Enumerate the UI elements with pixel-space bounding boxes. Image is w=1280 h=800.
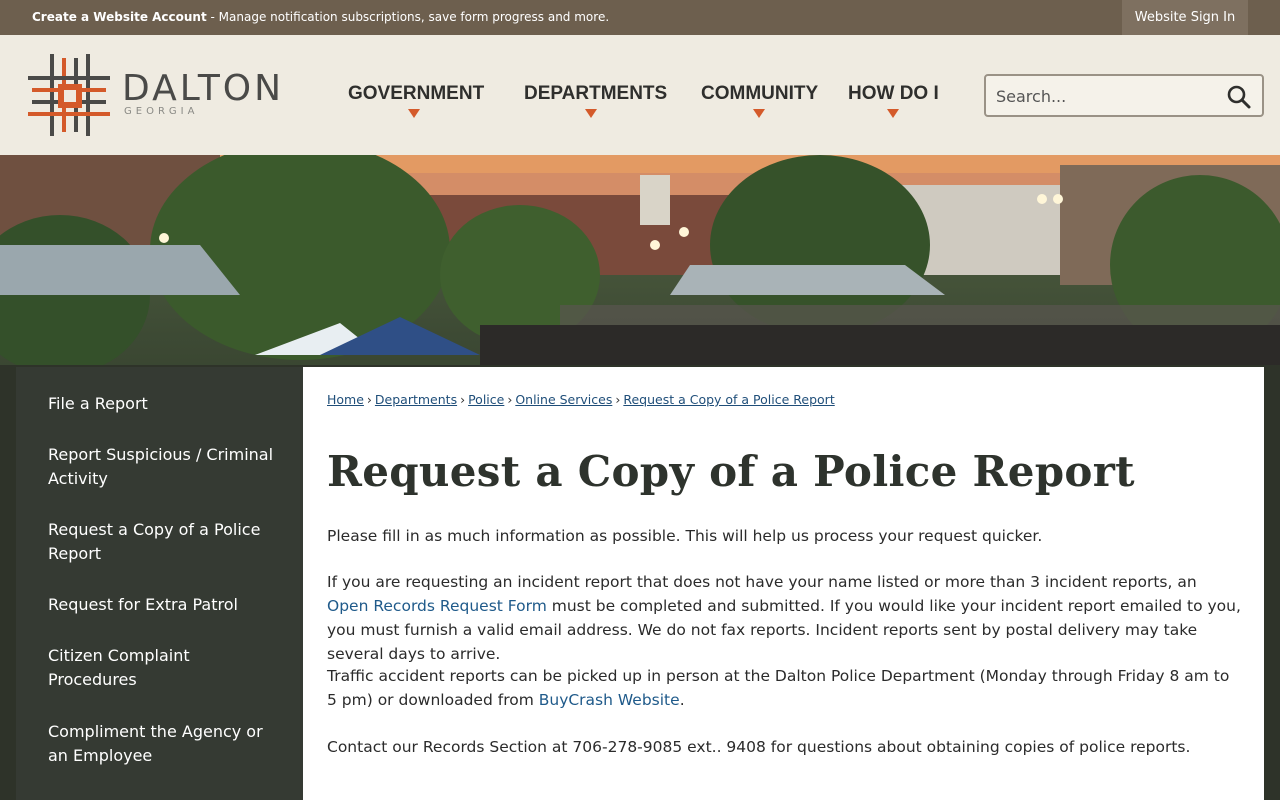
account-message: Create a Website Account - Manage notifi… (32, 10, 609, 24)
intro-paragraph: Please fill in as much information as po… (327, 527, 1043, 545)
top-utility-bar: Create a Website Account - Manage notifi… (0, 0, 1280, 35)
contact-paragraph: Contact our Records Section at 706-278-9… (327, 738, 1191, 756)
breadcrumb: Home › Departments › Police › Online Services ›… (327, 392, 835, 407)
breadcrumb-departments[interactable]: Departments (375, 392, 457, 407)
website-sign-in-button[interactable]: Website Sign In (1122, 0, 1248, 35)
section-sidebar: File a Report Report Suspicious / Crimin… (16, 367, 303, 800)
breadcrumb-current-page[interactable]: Request a Copy of a Police Report (623, 392, 834, 407)
create-account-link[interactable]: Create a Website Account (32, 10, 207, 24)
nav-departments[interactable]: DEPARTMENTS (524, 83, 667, 105)
logo-wordmark: DALTON (122, 68, 285, 109)
chevron-down-icon (408, 109, 420, 118)
account-description: - Manage notification subscriptions, sav… (206, 10, 610, 24)
chevron-down-icon (585, 109, 597, 118)
breadcrumb-home[interactable]: Home (327, 392, 364, 407)
nav-community[interactable]: COMMUNITY (701, 83, 818, 105)
sidebar-item-compliment-agency[interactable]: Compliment the Agency or an Employee (48, 720, 278, 768)
nav-how-do-i[interactable]: HOW DO I (848, 83, 939, 105)
search-input[interactable] (996, 84, 1216, 108)
chevron-down-icon (887, 109, 899, 118)
breadcrumb-separator: › (507, 392, 513, 407)
page-title: Request a Copy of a Police Report (327, 447, 1135, 496)
dalton-emblem-icon (28, 54, 110, 136)
open-records-request-link[interactable]: Open Records Request Form (327, 597, 547, 615)
site-header: DALTON GEORGIA GOVERNMENT DEPARTMENTS CO… (0, 35, 1280, 155)
search-box (984, 74, 1264, 117)
buycrash-link[interactable]: BuyCrash Website (539, 691, 680, 709)
traffic-text-end: . (679, 691, 685, 709)
logo-subtitle: GEORGIA (124, 106, 199, 117)
incident-report-paragraph: If you are requesting an incident report… (327, 570, 1242, 666)
breadcrumb-online-services[interactable]: Online Services (515, 392, 612, 407)
breadcrumb-separator: › (366, 392, 372, 407)
chevron-down-icon (753, 109, 765, 118)
breadcrumb-separator: › (615, 392, 621, 407)
sidebar-item-file-a-report[interactable]: File a Report (48, 392, 278, 416)
incident-text-start: If you are requesting an incident report… (327, 573, 1197, 591)
main-content: Home › Departments › Police › Online Services ›… (303, 367, 1264, 800)
dalton-logo[interactable]: DALTON GEORGIA (24, 50, 294, 140)
traffic-text-start: Traffic accident reports can be picked u… (327, 667, 1230, 709)
sidebar-item-request-police-report[interactable]: Request a Copy of a Police Report (48, 518, 278, 566)
traffic-report-paragraph: Traffic accident reports can be picked u… (327, 664, 1242, 712)
breadcrumb-separator: › (460, 392, 466, 407)
sidebar-item-citizen-complaint-procedures[interactable]: Citizen Complaint Procedures (48, 644, 278, 692)
nav-government[interactable]: GOVERNMENT (348, 83, 484, 105)
search-icon[interactable] (1226, 84, 1252, 110)
breadcrumb-police[interactable]: Police (468, 392, 504, 407)
sidebar-item-request-extra-patrol[interactable]: Request for Extra Patrol (48, 593, 278, 617)
sidebar-item-report-suspicious-activity[interactable]: Report Suspicious / Criminal Activity (48, 443, 278, 491)
